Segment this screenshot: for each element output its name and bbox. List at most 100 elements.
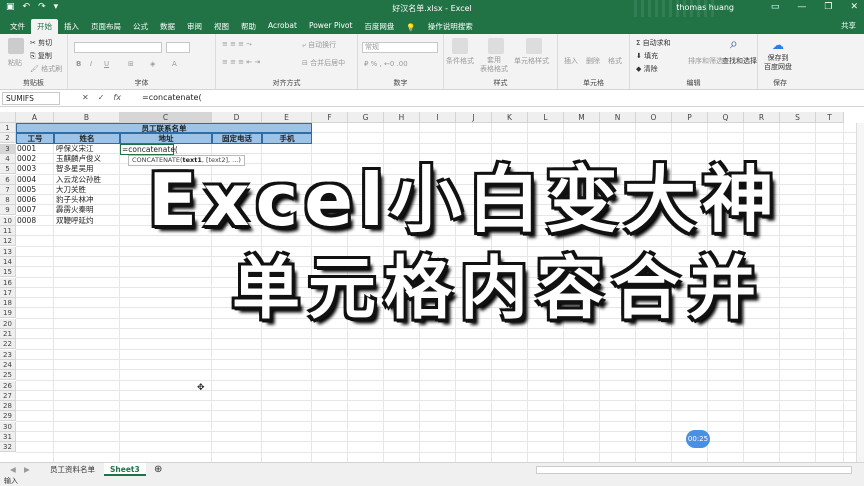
- fx-icon[interactable]: fx: [113, 93, 121, 102]
- tab-page-layout[interactable]: 页面布局: [85, 19, 127, 34]
- row-header[interactable]: 31: [0, 432, 16, 442]
- cell-styles-button[interactable]: 单元格样式: [514, 56, 549, 66]
- copy-button[interactable]: ⎘ 复制: [30, 51, 52, 61]
- row-header[interactable]: 3: [0, 143, 16, 154]
- bold-button[interactable]: B: [76, 60, 81, 68]
- row-header[interactable]: 21: [0, 329, 16, 339]
- italic-button[interactable]: I: [90, 60, 92, 68]
- employee-id-cell[interactable]: 0006: [17, 195, 53, 205]
- employee-name-cell[interactable]: 霹雳火秦明: [56, 205, 120, 215]
- row-header[interactable]: 23: [0, 349, 16, 360]
- delete-cells-button[interactable]: 删除: [586, 56, 600, 66]
- column-header[interactable]: G: [348, 112, 384, 123]
- employee-id-cell[interactable]: 0001: [17, 144, 53, 154]
- tab-review[interactable]: 审阅: [181, 19, 208, 34]
- row-header[interactable]: 30: [0, 421, 16, 432]
- row-header[interactable]: 25: [0, 370, 16, 381]
- paste-icon[interactable]: [8, 38, 24, 54]
- enter-icon[interactable]: ✓: [98, 93, 105, 102]
- employee-name-cell[interactable]: 大刀关胜: [56, 185, 120, 195]
- tell-me-search[interactable]: 操作说明搜索: [422, 19, 479, 34]
- share-button[interactable]: 共享: [841, 20, 856, 31]
- column-header[interactable]: L: [528, 112, 564, 123]
- row-header[interactable]: 27: [0, 390, 16, 401]
- align-top-icon[interactable]: ≡ ≡ ≡ ⤳: [222, 40, 252, 49]
- font-size-box[interactable]: [166, 42, 190, 53]
- wrap-text-button[interactable]: ⤶ 自动换行: [302, 40, 336, 50]
- column-header[interactable]: F: [312, 112, 348, 123]
- table-header-cell[interactable]: 地址: [120, 133, 212, 144]
- name-box[interactable]: SUMIFS: [2, 92, 60, 105]
- employee-name-cell[interactable]: 豹子头林冲: [56, 195, 120, 205]
- row-header[interactable]: 20: [0, 318, 16, 329]
- sheet-tab-employees[interactable]: 员工资料名单: [44, 463, 101, 476]
- tab-home[interactable]: 开始: [31, 19, 58, 34]
- fill-color-icon[interactable]: ◈: [150, 60, 155, 68]
- row-header[interactable]: 1: [0, 123, 16, 133]
- row-header[interactable]: 18: [0, 298, 16, 309]
- table-header-cell[interactable]: 手机: [262, 133, 312, 144]
- align-left-icon[interactable]: ≡ ≡ ≡ ⇤ ⇥: [222, 58, 260, 66]
- row-header[interactable]: 10: [0, 215, 16, 226]
- user-name[interactable]: thomas huang: [676, 3, 734, 12]
- row-header[interactable]: 6: [0, 174, 16, 185]
- table-header-cell[interactable]: 工号: [16, 133, 54, 144]
- tab-acrobat[interactable]: Acrobat: [262, 19, 303, 34]
- conditional-format-button[interactable]: 条件格式: [446, 56, 474, 66]
- add-sheet-icon[interactable]: ⊕: [148, 463, 168, 476]
- formula-input[interactable]: =concatenate(: [142, 93, 202, 102]
- row-header[interactable]: 24: [0, 359, 16, 370]
- number-format-box[interactable]: 常规: [362, 42, 438, 53]
- active-cell-editor[interactable]: =concatenate(: [120, 143, 178, 155]
- column-header[interactable]: K: [492, 112, 528, 123]
- column-header[interactable]: J: [456, 112, 492, 123]
- currency-icon[interactable]: ₽ % , ←0 .00: [364, 60, 408, 68]
- column-header[interactable]: N: [600, 112, 636, 123]
- row-header[interactable]: 12: [0, 236, 16, 247]
- row-header[interactable]: 26: [0, 380, 16, 391]
- border-icon[interactable]: ⊞: [128, 60, 134, 68]
- employee-name-cell[interactable]: 智多星吴用: [56, 164, 120, 174]
- insert-cells-button[interactable]: 插入: [564, 56, 578, 66]
- close-icon[interactable]: ✕: [850, 2, 858, 12]
- column-header[interactable]: I: [420, 112, 456, 123]
- conditional-format-icon[interactable]: [452, 38, 468, 54]
- column-header[interactable]: S: [780, 112, 816, 123]
- column-header[interactable]: T: [816, 112, 844, 123]
- row-header[interactable]: 7: [0, 184, 16, 195]
- column-header[interactable]: C: [120, 112, 212, 123]
- table-header-cell[interactable]: 固定电话: [212, 133, 262, 144]
- paste-button[interactable]: 粘贴: [8, 58, 22, 68]
- row-header[interactable]: 22: [0, 339, 16, 350]
- tab-formulas[interactable]: 公式: [127, 19, 154, 34]
- row-header[interactable]: 2: [0, 133, 16, 144]
- vertical-scrollbar[interactable]: [856, 123, 864, 462]
- row-header[interactable]: 5: [0, 164, 16, 175]
- row-header[interactable]: 13: [0, 246, 16, 257]
- row-header[interactable]: 9: [0, 205, 16, 216]
- font-color-icon[interactable]: A: [172, 60, 177, 68]
- tab-baidu[interactable]: 百度网盘: [358, 19, 400, 34]
- restore-icon[interactable]: ❐: [824, 2, 832, 12]
- table-format-button[interactable]: 套用 表格格式: [480, 56, 508, 74]
- ribbon-display-icon[interactable]: ▭: [771, 2, 780, 12]
- table-format-icon[interactable]: [488, 38, 504, 54]
- employee-id-cell[interactable]: 0003: [17, 164, 53, 174]
- row-header[interactable]: 19: [0, 308, 16, 319]
- tab-insert[interactable]: 插入: [58, 19, 85, 34]
- magnifier-icon[interactable]: ⌕: [730, 36, 738, 52]
- row-header[interactable]: 14: [0, 256, 16, 267]
- column-header[interactable]: R: [744, 112, 780, 123]
- row-header[interactable]: 29: [0, 411, 16, 422]
- tab-file[interactable]: 文件: [4, 19, 31, 34]
- row-header[interactable]: 4: [0, 153, 16, 164]
- cancel-icon[interactable]: ✕: [82, 93, 89, 102]
- select-all-corner[interactable]: [0, 112, 16, 123]
- merge-center-button[interactable]: ⊟ 合并后居中: [302, 58, 345, 68]
- tab-view[interactable]: 视图: [208, 19, 235, 34]
- column-header[interactable]: E: [262, 112, 312, 123]
- underline-button[interactable]: U: [104, 60, 109, 68]
- table-header-cell[interactable]: 姓名: [54, 133, 120, 144]
- employee-id-cell[interactable]: 0005: [17, 185, 53, 195]
- employee-id-cell[interactable]: 0004: [17, 175, 53, 185]
